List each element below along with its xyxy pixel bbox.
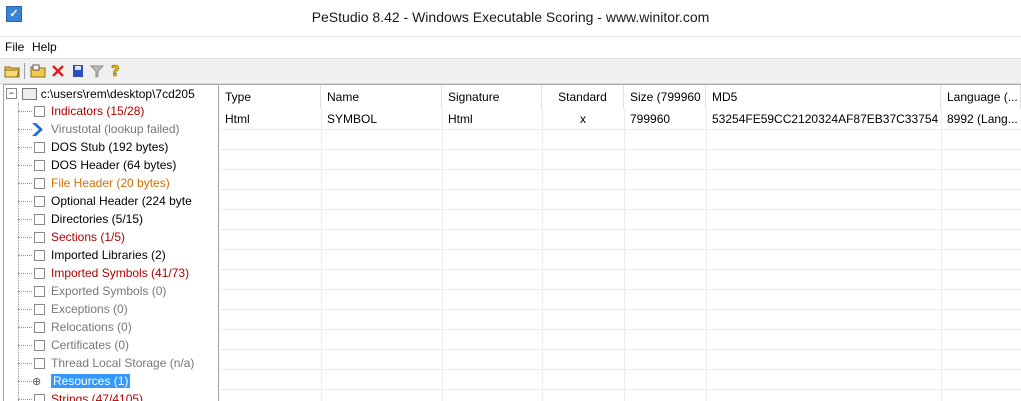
toolbar-separator xyxy=(24,63,25,79)
tree-branch-line xyxy=(18,237,32,238)
tree-item-label: Relocations (0) xyxy=(51,320,132,334)
tree-item-label: Directories (5/15) xyxy=(51,212,144,226)
tree-item-label: Thread Local Storage (n/a) xyxy=(51,356,195,370)
file-icon xyxy=(22,87,38,100)
column-header-standard[interactable]: Standard xyxy=(542,85,624,109)
tree-root-label: c:\users\rem\desktop\7cd205 xyxy=(40,86,195,101)
tree-item-label: Imported Symbols (41/73) xyxy=(51,266,190,280)
tree-item-label: Optional Header (224 byte xyxy=(51,194,192,208)
cell-size: 799960 xyxy=(630,112,671,126)
tree-branch-line xyxy=(18,111,32,112)
tree-root[interactable]: − c:\users\rem\desktop\7cd205 xyxy=(6,86,195,102)
tree-branch-line xyxy=(18,309,32,310)
virustotal-icon xyxy=(32,123,46,139)
tree-item-label: Certificates (0) xyxy=(51,338,130,352)
empty-row xyxy=(219,329,1021,350)
help-icon[interactable]: ? xyxy=(107,62,125,80)
empty-row xyxy=(219,269,1021,290)
save-icon[interactable] xyxy=(69,62,87,80)
open-folder-icon[interactable] xyxy=(3,62,21,80)
tree-item-label: Indicators (15/28) xyxy=(51,104,145,118)
toolbar: ? xyxy=(0,58,1021,84)
menu-help[interactable]: Help xyxy=(32,40,57,54)
empty-row xyxy=(219,249,1021,270)
delete-icon[interactable] xyxy=(49,62,67,80)
tree-item-label: Sections (1/5) xyxy=(51,230,126,244)
empty-row xyxy=(219,209,1021,230)
column-header-md5[interactable]: MD5 xyxy=(706,85,941,109)
title-bar: ✓ PeStudio 8.42 - Windows Executable Sco… xyxy=(0,0,1021,37)
empty-row xyxy=(219,309,1021,330)
column-header-type[interactable]: Type xyxy=(219,85,321,109)
node-box-icon xyxy=(34,106,45,117)
filter-icon[interactable] xyxy=(88,62,106,80)
menu-file[interactable]: File xyxy=(5,40,24,54)
node-box-icon xyxy=(34,196,45,207)
tree-branch-line xyxy=(18,291,32,292)
empty-row xyxy=(219,229,1021,250)
node-box-icon xyxy=(34,232,45,243)
tree-branch-line xyxy=(18,183,32,184)
tree-branch-line xyxy=(18,165,32,166)
column-header-signature[interactable]: Signature xyxy=(442,85,542,109)
column-header-language[interactable]: Language (... xyxy=(941,85,1021,109)
cell-language: 8992 (Lang... xyxy=(947,112,1018,126)
node-box-icon xyxy=(34,322,45,333)
tree-item-label: Virustotal (lookup failed) xyxy=(51,122,180,136)
tree-pane[interactable]: − c:\users\rem\desktop\7cd205 Indicators… xyxy=(3,84,219,401)
node-box-icon xyxy=(34,358,45,369)
empty-row xyxy=(219,289,1021,310)
menu-bar: File Help xyxy=(0,37,1021,57)
tree-branch-line xyxy=(18,345,32,346)
table-row[interactable]: Html SYMBOL Html x 799960 53254FE59CC212… xyxy=(219,109,1021,130)
tree-item-label: Imported Libraries (2) xyxy=(51,248,166,262)
tree-branch-line xyxy=(18,201,32,202)
node-box-icon xyxy=(34,286,45,297)
empty-row xyxy=(219,349,1021,370)
tree-item-label: Exported Symbols (0) xyxy=(51,284,167,298)
node-box-icon xyxy=(34,142,45,153)
tree-item-label: File Header (20 bytes) xyxy=(51,176,170,190)
empty-row xyxy=(219,189,1021,210)
empty-row xyxy=(219,169,1021,190)
empty-row xyxy=(219,129,1021,150)
tree-item-label: Exceptions (0) xyxy=(51,302,128,316)
column-header-name[interactable]: Name xyxy=(321,85,442,109)
node-box-icon xyxy=(34,250,45,261)
column-header-size[interactable]: Size (799960 ... xyxy=(624,85,706,109)
tree-branch-line xyxy=(18,363,32,364)
tree-branch-line xyxy=(18,381,32,382)
cell-name: SYMBOL xyxy=(327,112,378,126)
empty-row xyxy=(219,369,1021,390)
open-file-icon[interactable] xyxy=(29,62,47,80)
cell-md5: 53254FE59CC2120324AF87EB37C33754 xyxy=(712,112,939,126)
tree-branch-line xyxy=(18,255,32,256)
tree-item-label: DOS Header (64 bytes) xyxy=(51,158,177,172)
node-box-icon xyxy=(34,160,45,171)
expand-icon[interactable]: ⊕ xyxy=(32,375,41,388)
window-title: PeStudio 8.42 - Windows Executable Scori… xyxy=(311,9,710,25)
tree-branch-line xyxy=(18,219,32,220)
cell-type: Html xyxy=(225,112,250,126)
node-box-icon xyxy=(34,268,45,279)
node-box-icon xyxy=(34,178,45,189)
cell-standard: x xyxy=(580,112,586,126)
node-box-icon xyxy=(34,340,45,351)
empty-row xyxy=(219,149,1021,170)
tree-branch-line xyxy=(18,129,32,130)
tree-item-label: Resources (1) xyxy=(51,374,131,388)
node-box-icon xyxy=(34,304,45,315)
collapse-icon[interactable]: − xyxy=(6,88,17,100)
svg-text:?: ? xyxy=(111,63,120,79)
tree-branch-line xyxy=(18,147,32,148)
tree-branch-line xyxy=(18,273,32,274)
cell-signature: Html xyxy=(448,112,473,126)
resources-table[interactable]: Type Name Signature Standard Size (79996… xyxy=(219,84,1021,401)
tree-branch-line xyxy=(18,327,32,328)
node-box-icon xyxy=(34,214,45,225)
tree-item-label: DOS Stub (192 bytes) xyxy=(51,140,169,154)
